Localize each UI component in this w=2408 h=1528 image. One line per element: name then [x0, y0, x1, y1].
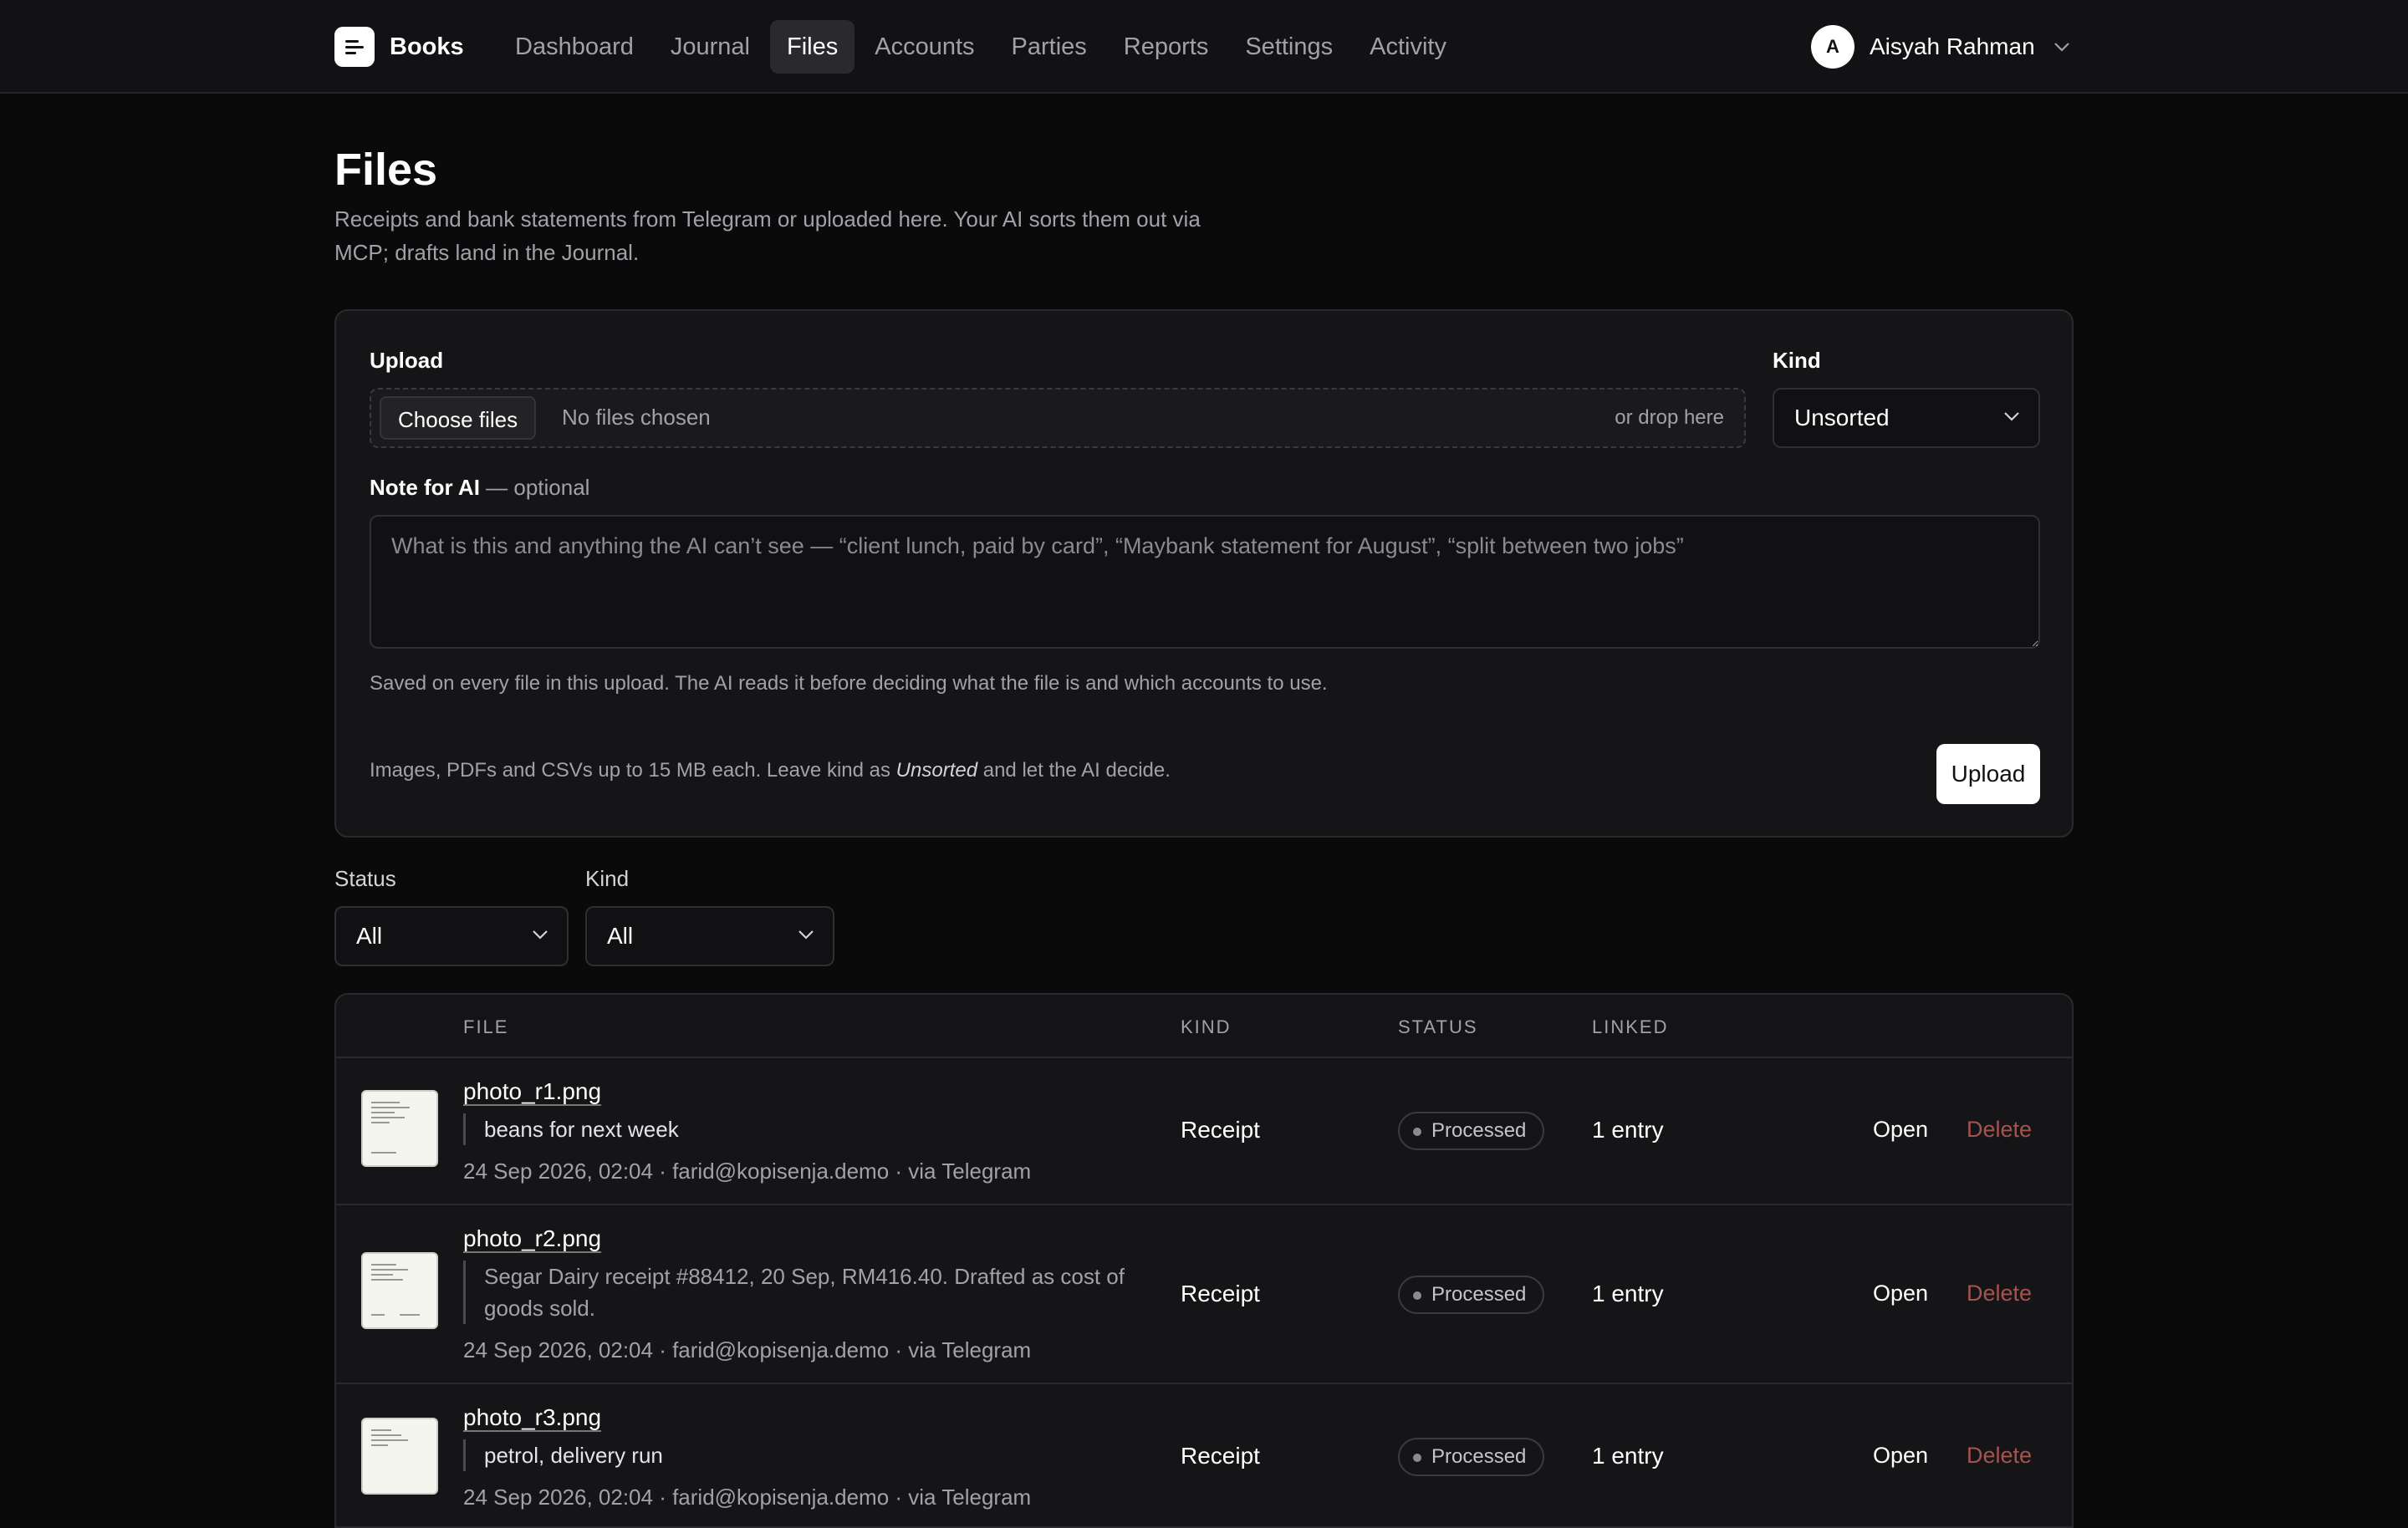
- nav-dashboard[interactable]: Dashboard: [498, 20, 650, 74]
- column-linked: LINKED: [1592, 1016, 1669, 1037]
- note-label: Note for AI — optional: [370, 475, 589, 501]
- file-kind: Receipt: [1181, 1117, 1260, 1143]
- status-dot-icon: [1413, 1128, 1421, 1136]
- files-table: FILE KIND STATUS LINKED photo_r1.png bea…: [334, 993, 2074, 1528]
- kind-filter-select[interactable]: All: [585, 906, 834, 966]
- chevron-down-icon: [798, 930, 814, 940]
- table-row[interactable]: photo_r3.png petrol, delivery run 24 Sep…: [336, 1384, 2072, 1526]
- file-name-link[interactable]: photo_r1.png: [463, 1078, 601, 1105]
- file-meta: 24 Sep 2026, 02:04 · farid@kopisenja.dem…: [463, 1337, 1032, 1362]
- upload-limits-text: Images, PDFs and CSVs up to 15 MB each. …: [370, 759, 1171, 782]
- kind-label: Kind: [1773, 348, 1821, 373]
- avatar: A: [1811, 25, 1854, 69]
- file-thumbnail[interactable]: [361, 1418, 438, 1495]
- file-thumbnail[interactable]: [361, 1090, 438, 1167]
- chevron-down-icon: [2053, 43, 2069, 52]
- no-files-text: No files chosen: [562, 405, 711, 430]
- delete-button[interactable]: Delete: [1967, 1281, 2032, 1306]
- file-name-link[interactable]: photo_r2.png: [463, 1225, 601, 1252]
- kind-select[interactable]: Unsorted: [1773, 388, 2040, 448]
- file-meta: 24 Sep 2026, 02:04 · farid@kopisenja.dem…: [463, 1485, 1032, 1510]
- nav-reports[interactable]: Reports: [1107, 20, 1226, 74]
- status-badge: Processed: [1398, 1112, 1545, 1150]
- note-optional-text: — optional: [479, 475, 590, 500]
- status-filter-value: All: [356, 923, 383, 949]
- column-kind: KIND: [1181, 1016, 1232, 1037]
- file-kind: Receipt: [1181, 1443, 1260, 1469]
- status-dot-icon: [1413, 1291, 1421, 1300]
- delete-button[interactable]: Delete: [1967, 1117, 2032, 1143]
- nav-settings[interactable]: Settings: [1228, 20, 1349, 74]
- open-button[interactable]: Open: [1873, 1443, 1928, 1469]
- page-title: Files: [334, 145, 438, 195]
- upload-button[interactable]: Upload: [1936, 744, 2040, 804]
- main-nav: Dashboard Journal Files Accounts Parties…: [498, 20, 1467, 74]
- status-text: Processed: [1431, 1283, 1527, 1306]
- top-bar: Books Dashboard Journal Files Accounts P…: [0, 0, 2408, 94]
- file-drop-zone[interactable]: Choose files No files chosen or drop her…: [370, 388, 1746, 448]
- column-status: STATUS: [1398, 1016, 1478, 1037]
- status-dot-icon: [1413, 1454, 1421, 1462]
- note-for-ai-input[interactable]: [370, 515, 2040, 649]
- limits-text-em: Unsorted: [895, 759, 978, 782]
- note-label-text: Note for AI: [370, 475, 480, 500]
- chevron-down-icon: [2004, 412, 2019, 421]
- file-note: Segar Dairy receipt #88412, 20 Sep, RM41…: [463, 1261, 1170, 1324]
- limits-text-pre: Images, PDFs and CSVs up to 15 MB each. …: [370, 759, 896, 782]
- file-note: beans for next week: [463, 1113, 1170, 1145]
- brand-name: Books: [390, 33, 464, 60]
- status-filter-select[interactable]: All: [334, 906, 569, 966]
- status-text: Processed: [1431, 1119, 1527, 1142]
- status-text: Processed: [1431, 1445, 1527, 1468]
- file-name-link[interactable]: photo_r3.png: [463, 1404, 601, 1431]
- nav-parties[interactable]: Parties: [995, 20, 1104, 74]
- open-button[interactable]: Open: [1873, 1281, 1928, 1306]
- nav-activity[interactable]: Activity: [1353, 20, 1463, 74]
- note-help-text: Saved on every file in this upload. The …: [370, 672, 1328, 695]
- nav-files[interactable]: Files: [770, 20, 855, 74]
- status-badge: Processed: [1398, 1438, 1545, 1476]
- file-thumbnail[interactable]: [361, 1252, 438, 1329]
- kind-filter-value: All: [607, 923, 634, 949]
- kind-filter-label: Kind: [585, 866, 630, 891]
- linked-entries: 1 entry: [1592, 1117, 1664, 1143]
- drop-hint: or drop here: [1615, 406, 1724, 429]
- status-badge: Processed: [1398, 1276, 1545, 1314]
- linked-entries: 1 entry: [1592, 1443, 1664, 1469]
- table-header: FILE KIND STATUS LINKED: [336, 995, 2072, 1058]
- choose-files-button[interactable]: Choose files: [380, 396, 537, 440]
- upload-card: Upload Choose files No files chosen or d…: [334, 309, 2074, 838]
- open-button[interactable]: Open: [1873, 1117, 1928, 1143]
- linked-entries: 1 entry: [1592, 1281, 1664, 1306]
- user-menu[interactable]: A Aisyah Rahman: [1811, 25, 2070, 69]
- file-note: petrol, delivery run: [463, 1439, 1170, 1471]
- file-meta: 24 Sep 2026, 02:04 · farid@kopisenja.dem…: [463, 1159, 1032, 1184]
- kind-select-value: Unsorted: [1794, 405, 1890, 430]
- nav-accounts[interactable]: Accounts: [858, 20, 991, 74]
- delete-button[interactable]: Delete: [1967, 1443, 2032, 1469]
- notebook-lines-icon: [334, 27, 375, 67]
- nav-journal[interactable]: Journal: [654, 20, 767, 74]
- status-filter-label: Status: [334, 866, 396, 891]
- user-name: Aisyah Rahman: [1870, 33, 2035, 59]
- file-kind: Receipt: [1181, 1281, 1260, 1306]
- table-row[interactable]: photo_r1.png beans for next week 24 Sep …: [336, 1058, 2072, 1205]
- page-subtitle: Receipts and bank statements from Telegr…: [334, 206, 1201, 265]
- brand[interactable]: Books: [334, 27, 464, 67]
- table-row[interactable]: photo_r2.png Segar Dairy receipt #88412,…: [336, 1205, 2072, 1384]
- column-file: FILE: [463, 1016, 509, 1037]
- upload-label: Upload: [370, 348, 444, 373]
- limits-text-post: and let the AI decide.: [977, 759, 1171, 782]
- chevron-down-icon: [533, 930, 548, 940]
